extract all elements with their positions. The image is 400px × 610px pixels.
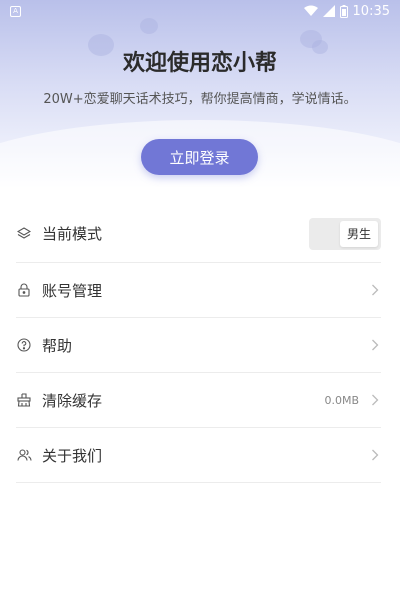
menu-item-label: 账号管理 [42, 281, 103, 300]
menu-item-label: 帮助 [42, 336, 73, 355]
users-icon [16, 447, 32, 463]
menu-item-about[interactable]: 关于我们 [16, 428, 381, 483]
menu-item-clear-cache[interactable]: 清除缓存 0.0MB [16, 373, 381, 428]
menu-item-label: 当前模式 [42, 225, 103, 243]
gender-mode-toggle[interactable]: 男生 [309, 217, 381, 250]
chevron-right-icon [372, 394, 379, 406]
menu-item-mode[interactable]: 当前模式 男生 [16, 205, 381, 263]
broom-icon [16, 392, 32, 408]
menu-item-account[interactable]: 账号管理 [16, 263, 381, 318]
toggle-selected-value: 男生 [340, 220, 378, 247]
menu-item-label: 清除缓存 [42, 391, 103, 410]
app-notification-icon: A [10, 5, 21, 17]
page-subtitle: 20W+恋爱聊天话术技巧，帮你提高情商，学说情话。 [43, 92, 357, 107]
chevron-right-icon [372, 339, 379, 351]
menu-item-label: 关于我们 [42, 446, 103, 465]
menu-item-help[interactable]: 帮助 [16, 318, 381, 373]
help-circle-icon [16, 337, 32, 353]
signal-icon [322, 5, 335, 17]
settings-menu: 当前模式 男生 账号管理 帮助 清除缓存 0.0MB 关于我们 [16, 205, 381, 483]
page-title: 欢迎使用恋小帮 [122, 51, 277, 76]
layers-icon [16, 226, 32, 242]
lock-icon [16, 282, 32, 298]
chevron-right-icon [372, 284, 379, 296]
chevron-right-icon [372, 449, 379, 461]
cache-size-value: 0.0MB [324, 393, 359, 407]
status-bar: A 10:35 [0, 0, 400, 22]
battery-icon [339, 4, 348, 18]
login-button[interactable]: 立即登录 [141, 139, 258, 175]
status-time: 10:35 [352, 3, 390, 19]
wifi-icon [303, 5, 318, 16]
